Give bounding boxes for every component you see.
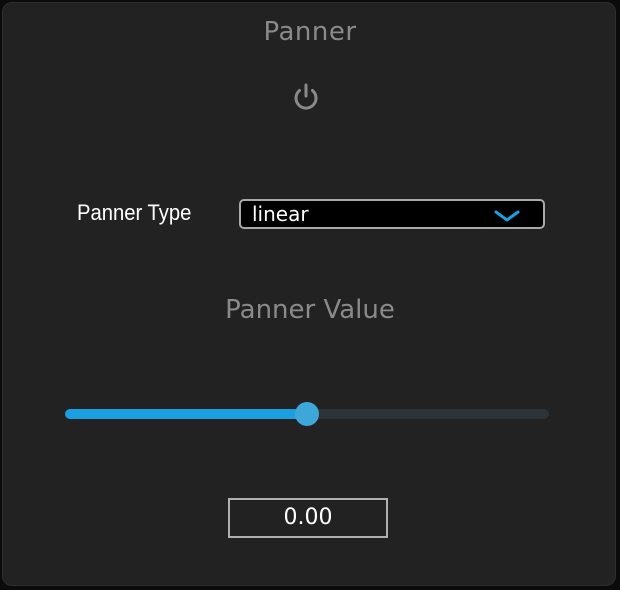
power-icon — [289, 79, 323, 113]
panner-value-field[interactable]: 0.00 — [228, 498, 388, 538]
panner-value-label: Panner Value — [225, 295, 395, 325]
panner-type-value: linear — [252, 202, 309, 226]
panel-title: Panner — [263, 17, 357, 47]
slider-fill — [65, 409, 307, 419]
panner-type-label: Panner Type — [77, 200, 192, 225]
chevron-down-icon — [493, 209, 521, 228]
slider-thumb[interactable] — [295, 402, 319, 426]
power-button[interactable] — [289, 79, 323, 113]
panner-panel: Panner Panner Type linear Panner Value 0… — [2, 2, 616, 586]
panner-type-select[interactable]: linear — [239, 199, 545, 229]
panner-value-slider[interactable] — [65, 401, 551, 427]
